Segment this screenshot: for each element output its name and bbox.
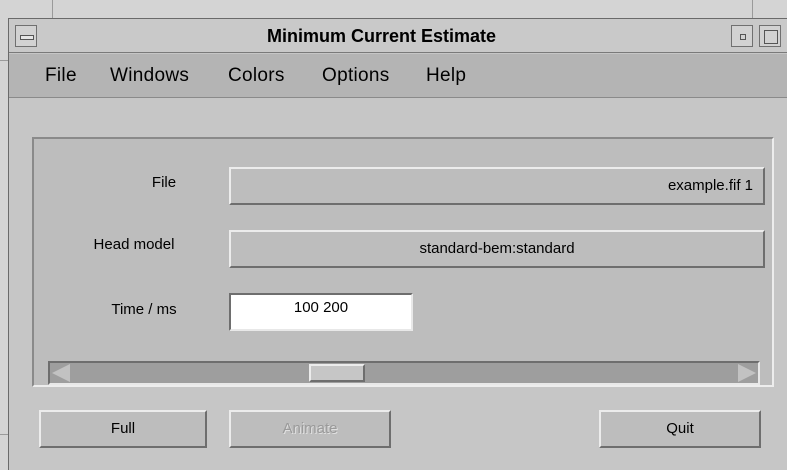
menu-bar: File Windows Colors Options Help bbox=[9, 54, 787, 98]
full-button[interactable]: Full bbox=[39, 410, 207, 448]
head-model-label: Head model bbox=[93, 236, 175, 253]
head-model-button[interactable]: standard-bem:standard bbox=[229, 230, 765, 268]
menu-windows[interactable]: Windows bbox=[110, 54, 189, 98]
title-bar[interactable]: Minimum Current Estimate bbox=[9, 19, 787, 53]
file-label: File bbox=[151, 174, 177, 191]
frame-guide bbox=[0, 434, 8, 435]
animate-button[interactable]: Animate bbox=[229, 410, 391, 448]
time-label: Time / ms bbox=[111, 301, 177, 318]
scroll-left-arrow-icon[interactable] bbox=[52, 364, 70, 382]
menu-help[interactable]: Help bbox=[426, 54, 466, 98]
frame-guide bbox=[52, 0, 53, 18]
quit-button[interactable]: Quit bbox=[599, 410, 761, 448]
parameters-panel: File example.fif 1 Head model standard-b… bbox=[32, 137, 774, 387]
time-scrollbar[interactable] bbox=[48, 361, 760, 385]
menu-colors[interactable]: Colors bbox=[228, 54, 285, 98]
app-window: Minimum Current Estimate File Windows Co… bbox=[8, 18, 787, 470]
time-input[interactable]: 100 200 bbox=[229, 293, 413, 331]
minimize-button[interactable] bbox=[731, 25, 753, 47]
scrollbar-thumb[interactable] bbox=[309, 364, 365, 382]
scroll-right-arrow-icon[interactable] bbox=[738, 364, 756, 382]
window-menu-button[interactable] bbox=[15, 25, 37, 47]
window-title: Minimum Current Estimate bbox=[266, 26, 497, 46]
menu-options[interactable]: Options bbox=[322, 54, 390, 98]
menu-file[interactable]: File bbox=[45, 54, 77, 98]
frame-guide bbox=[752, 0, 753, 18]
file-select-button[interactable]: example.fif 1 bbox=[229, 167, 765, 205]
maximize-button[interactable] bbox=[759, 25, 781, 47]
frame-guide bbox=[0, 60, 8, 61]
